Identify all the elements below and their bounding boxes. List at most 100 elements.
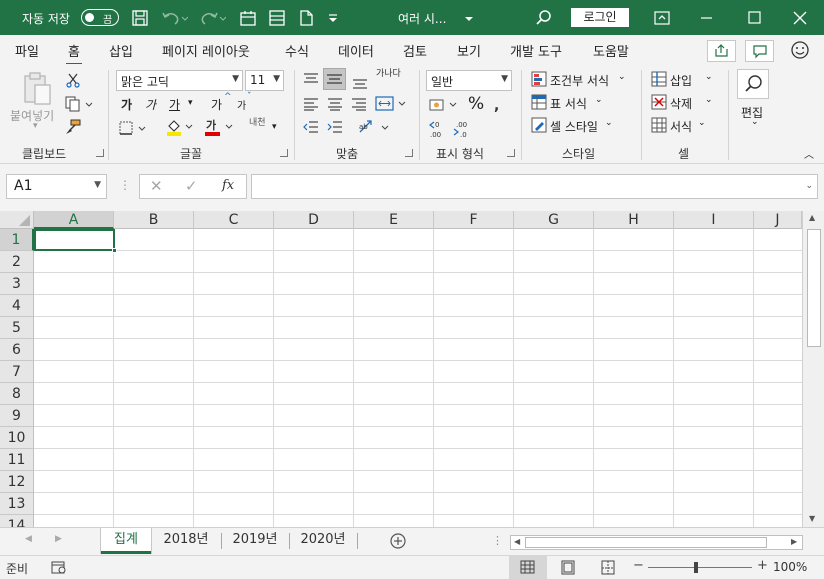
sheet-tab-2019[interactable]: 2019년 xyxy=(224,528,286,554)
row-header-10[interactable]: 10 xyxy=(0,427,34,449)
select-all-button[interactable] xyxy=(0,211,34,229)
cell-styles-button[interactable]: 셀 스타일 xyxy=(550,118,598,135)
zoom-level[interactable]: 100% xyxy=(773,560,807,574)
horizontal-scrollbar[interactable]: ◀ ▶ xyxy=(510,535,803,550)
tab-insert[interactable]: 삽입 xyxy=(109,41,133,60)
font-size-combo[interactable]: 11 ▼ xyxy=(245,70,284,91)
shrink-font-button[interactable]: 가 xyxy=(237,97,246,112)
page-break-view-icon[interactable] xyxy=(600,560,616,578)
zoom-out-icon[interactable]: − xyxy=(633,558,644,573)
form-icon[interactable] xyxy=(267,8,287,28)
row-header-12[interactable]: 12 xyxy=(0,471,34,493)
insert-function-button[interactable]: fx xyxy=(222,178,234,193)
delete-cells-button[interactable]: 삭제 xyxy=(670,95,692,112)
confirm-entry-icon[interactable]: ✓ xyxy=(185,177,198,195)
decrease-decimal-icon[interactable]: .00.0 xyxy=(452,119,474,139)
accessibility-icon[interactable] xyxy=(51,560,67,578)
number-format-combo[interactable]: 일반 ▼ xyxy=(426,70,512,91)
save-icon[interactable] xyxy=(130,8,150,28)
font-color-icon[interactable]: 가 xyxy=(203,117,235,137)
tab-formulas[interactable]: 수식 xyxy=(285,41,309,60)
zoom-slider[interactable] xyxy=(648,567,752,568)
page-layout-view-icon[interactable] xyxy=(560,560,576,578)
tab-file[interactable]: 파일 xyxy=(15,41,39,60)
next-sheet-icon[interactable]: ▶ xyxy=(55,534,62,544)
font-dialog-launcher[interactable] xyxy=(280,149,288,157)
row-header-13[interactable]: 13 xyxy=(0,493,34,515)
chevron-down-icon[interactable]: ⌄ xyxy=(595,95,603,105)
scroll-down-icon[interactable]: ▼ xyxy=(809,514,815,523)
row-header-5[interactable]: 5 xyxy=(0,317,34,339)
normal-view-button[interactable] xyxy=(509,556,547,579)
column-header-c[interactable]: C xyxy=(194,211,274,229)
row-header-8[interactable]: 8 xyxy=(0,383,34,405)
borders-icon[interactable] xyxy=(118,120,148,136)
worksheet-grid[interactable]: ABCDEFGHIJ 1 2 3 4 5 6 7 8 9 10 11 12 13 14 ▲ ▼ xyxy=(0,211,824,527)
tab-view[interactable]: 보기 xyxy=(457,41,481,60)
add-sheet-icon[interactable] xyxy=(389,532,407,553)
cut-icon[interactable] xyxy=(65,72,81,88)
underline-button[interactable]: 가 xyxy=(169,96,180,113)
collapse-ribbon-icon[interactable]: ︿ xyxy=(804,146,814,161)
paste-dropdown-icon[interactable]: ▾ xyxy=(33,121,38,131)
wrap-text-button[interactable]: 가나다 xyxy=(376,70,401,79)
align-bottom-icon[interactable] xyxy=(352,76,368,90)
chevron-down-icon[interactable]: ⌄ xyxy=(705,72,713,82)
tab-review[interactable]: 검토 xyxy=(403,41,427,60)
maximize-icon[interactable] xyxy=(744,8,764,28)
vertical-scrollbar[interactable]: ▲ ▼ xyxy=(802,211,824,527)
row-header-7[interactable]: 7 xyxy=(0,361,34,383)
redo-icon[interactable] xyxy=(198,8,227,28)
format-cells-button[interactable]: 서식 xyxy=(670,118,692,135)
column-header-h[interactable]: H xyxy=(594,211,674,229)
column-header-f[interactable]: F xyxy=(434,211,514,229)
row-header-4[interactable]: 4 xyxy=(0,295,34,317)
paste-icon[interactable] xyxy=(20,70,54,108)
chevron-down-icon[interactable]: ⌄ xyxy=(751,117,759,127)
close-icon[interactable] xyxy=(790,8,810,28)
calendar-icon[interactable] xyxy=(238,8,258,28)
scroll-left-icon[interactable]: ◀ xyxy=(514,537,520,546)
document-title[interactable]: 여러 시... xyxy=(398,10,446,27)
format-as-table-button[interactable]: 표 서식 xyxy=(550,95,587,112)
conditional-formatting-button[interactable]: 조건부 서식 xyxy=(550,72,609,89)
column-header-j[interactable]: J xyxy=(754,211,802,229)
increase-decimal-icon[interactable]: 0.00 xyxy=(428,119,450,139)
scroll-up-icon[interactable]: ▲ xyxy=(809,213,815,222)
undo-icon[interactable] xyxy=(160,8,189,28)
decrease-indent-icon[interactable] xyxy=(303,120,319,134)
cancel-entry-icon[interactable]: ✕ xyxy=(150,177,163,195)
feedback-smiley-icon[interactable] xyxy=(789,39,811,64)
align-middle-icon[interactable] xyxy=(323,68,346,90)
customize-toolbar-icon[interactable] xyxy=(326,8,346,28)
editing-button[interactable] xyxy=(737,69,769,99)
underline-dropdown-icon[interactable]: ▾ xyxy=(188,98,193,108)
comma-style-icon[interactable]: , xyxy=(490,97,506,113)
phonetic-dropdown-icon[interactable]: ▾ xyxy=(272,122,277,132)
autosave-toggle[interactable]: 끔 xyxy=(81,9,119,26)
prev-sheet-icon[interactable]: ◀ xyxy=(25,534,32,544)
format-painter-icon[interactable] xyxy=(64,119,82,135)
minimize-icon[interactable] xyxy=(697,8,717,28)
increase-indent-icon[interactable] xyxy=(327,120,343,134)
row-header-3[interactable]: 3 xyxy=(0,273,34,295)
zoom-in-icon[interactable]: + xyxy=(757,558,768,573)
align-top-icon[interactable] xyxy=(303,72,319,86)
sheet-tab-2020[interactable]: 2020년 xyxy=(292,528,354,554)
phonetic-button[interactable]: 내천 xyxy=(249,119,266,128)
row-header-9[interactable]: 9 xyxy=(0,405,34,427)
formula-input[interactable]: ⌄ xyxy=(251,174,818,199)
column-header-a[interactable]: A xyxy=(34,211,114,229)
insert-cells-button[interactable]: 삽입 xyxy=(670,72,692,89)
column-header-b[interactable]: B xyxy=(114,211,194,229)
scroll-right-icon[interactable]: ▶ xyxy=(791,537,797,546)
align-right-icon[interactable] xyxy=(351,97,367,111)
column-header-g[interactable]: G xyxy=(514,211,594,229)
tab-split-grip-icon[interactable]: ⋮ xyxy=(492,534,503,547)
new-document-icon[interactable] xyxy=(296,8,316,28)
vertical-scroll-thumb[interactable] xyxy=(807,229,821,347)
sheet-tab-2018[interactable]: 2018년 xyxy=(155,528,217,554)
expand-formula-icon[interactable]: ⌄ xyxy=(805,181,813,191)
italic-button[interactable]: 가 xyxy=(145,96,156,113)
font-name-combo[interactable]: 맑은 고딕 ▼ xyxy=(116,70,243,91)
